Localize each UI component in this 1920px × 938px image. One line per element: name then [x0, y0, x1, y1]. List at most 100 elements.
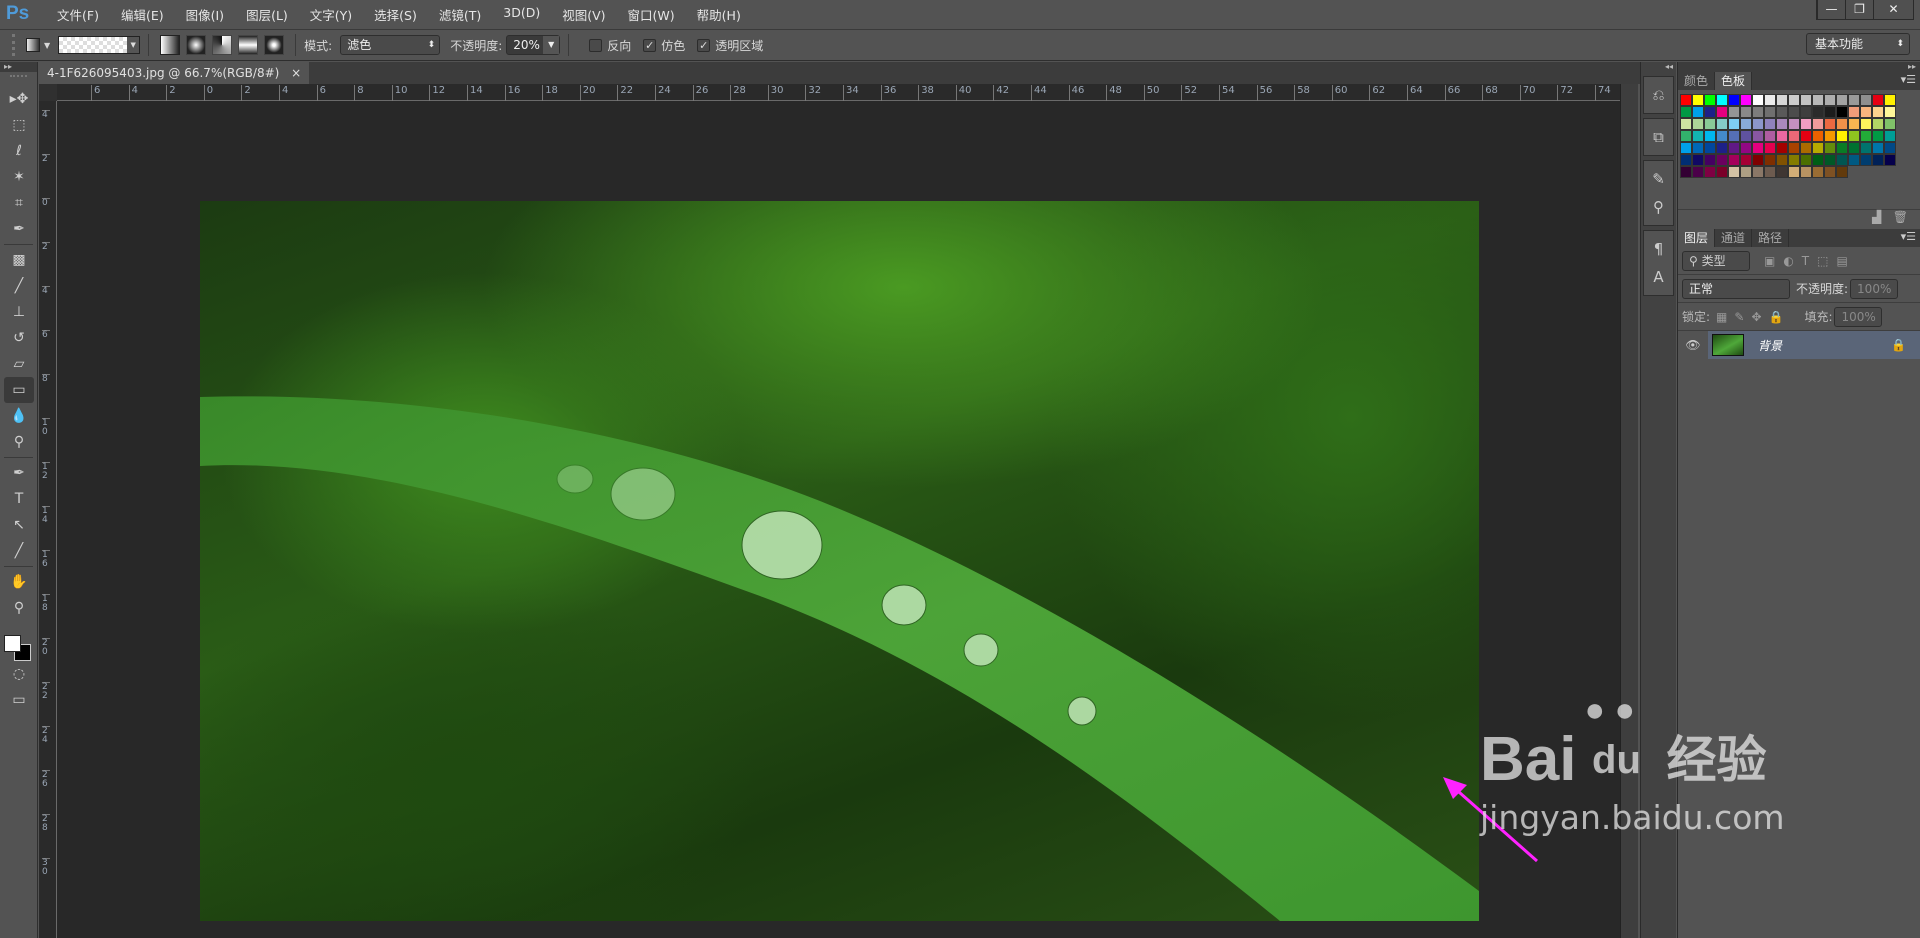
color-swatch[interactable] [1752, 94, 1764, 106]
gradient-picker[interactable]: ▼ [58, 36, 141, 54]
close-tab-icon[interactable]: × [291, 66, 301, 80]
canvas-area[interactable] [57, 101, 1620, 938]
menu-item[interactable]: 3D(D) [492, 5, 551, 24]
tab-channels[interactable]: 通道 [1715, 229, 1753, 247]
layer-filter-select[interactable]: ⚲ 类型 [1682, 250, 1750, 271]
hand-tool-icon[interactable]: ✋ [4, 569, 34, 595]
color-swatch[interactable] [1680, 130, 1692, 142]
color-swatch[interactable] [1680, 142, 1692, 154]
color-swatch[interactable] [1836, 130, 1848, 142]
close-button[interactable]: ✕ [1873, 0, 1913, 19]
collapse-icon[interactable]: ▸▸ [0, 62, 37, 72]
zoom-tool-icon[interactable]: ⚲ [4, 595, 34, 621]
color-swatch[interactable] [1824, 166, 1836, 178]
color-swatch[interactable] [1860, 142, 1872, 154]
color-swatch[interactable] [1872, 106, 1884, 118]
menu-item[interactable]: 视图(V) [551, 5, 616, 24]
menu-item[interactable]: 图层(L) [235, 5, 299, 24]
tool-preset-picker[interactable] [26, 38, 40, 52]
color-swatch[interactable] [1872, 142, 1884, 154]
move-tool-icon[interactable]: ▸✥ [4, 86, 34, 112]
color-swatch[interactable] [1740, 154, 1752, 166]
color-swatch[interactable] [1716, 166, 1728, 178]
color-swatch[interactable] [1740, 166, 1752, 178]
color-swatch[interactable] [1728, 130, 1740, 142]
color-swatch[interactable] [1752, 142, 1764, 154]
color-swatch[interactable] [1692, 106, 1704, 118]
blend-mode-select[interactable]: 正常 [1682, 278, 1790, 299]
color-swatch[interactable] [1716, 106, 1728, 118]
color-swatch[interactable] [1884, 106, 1896, 118]
color-swatch[interactable] [1848, 142, 1860, 154]
color-swatch[interactable] [1752, 154, 1764, 166]
color-swatch[interactable] [1716, 94, 1728, 106]
healing-brush-tool-icon[interactable]: ▩ [4, 247, 34, 273]
color-swatch[interactable] [1776, 130, 1788, 142]
color-swatch[interactable] [1800, 94, 1812, 106]
color-swatch[interactable] [1884, 142, 1896, 154]
diamond-gradient-button[interactable] [264, 35, 285, 55]
line-tool-icon[interactable]: ╱ [4, 538, 34, 564]
layer-opacity-input[interactable]: 100% [1850, 278, 1899, 299]
mode-select[interactable]: 滤色 ⬍ [340, 35, 441, 55]
color-swatch[interactable] [1812, 94, 1824, 106]
document-tab[interactable]: 4-1F626095403.jpg @ 66.7%(RGB/8#) × [39, 62, 310, 84]
color-swatch[interactable] [1764, 118, 1776, 130]
color-swatch[interactable] [1692, 154, 1704, 166]
color-swatch[interactable] [1788, 130, 1800, 142]
history-brush-tool-icon[interactable]: ↺ [4, 325, 34, 351]
new-swatch-icon[interactable]: ▟ [1872, 210, 1881, 224]
color-swatch[interactable] [1860, 94, 1872, 106]
color-swatch[interactable] [1728, 142, 1740, 154]
trash-icon[interactable]: 🗑 [1893, 210, 1908, 224]
reflected-gradient-button[interactable] [238, 35, 259, 55]
color-swatch[interactable] [1800, 154, 1812, 166]
color-swatch[interactable] [1836, 118, 1848, 130]
panel-menu-icon[interactable]: ▾☰ [1901, 73, 1916, 86]
transparency-checkbox[interactable]: ✓ [697, 38, 711, 52]
color-swatch[interactable] [1776, 94, 1788, 106]
color-swatch[interactable] [1860, 154, 1872, 166]
pen-tool-icon[interactable]: ✒ [4, 460, 34, 486]
color-swatch[interactable] [1704, 166, 1716, 178]
history-icon[interactable]: ⎌ [1644, 81, 1673, 109]
opacity-input[interactable]: 20% ▼ [506, 35, 561, 55]
color-swatch[interactable] [1752, 130, 1764, 142]
menu-item[interactable]: 编辑(E) [110, 5, 175, 24]
menu-item[interactable]: 选择(S) [363, 5, 428, 24]
color-swatch[interactable] [1812, 106, 1824, 118]
color-swatch[interactable] [1800, 118, 1812, 130]
collapse-icon[interactable]: ◂◂ [1641, 62, 1676, 72]
color-swatch[interactable] [1704, 154, 1716, 166]
color-swatch[interactable] [1776, 106, 1788, 118]
layer-row[interactable]: 👁 背景 🔒 [1678, 331, 1920, 359]
color-swatch[interactable] [1740, 130, 1752, 142]
color-swatch[interactable] [1692, 142, 1704, 154]
blur-tool-icon[interactable]: 💧 [4, 403, 34, 429]
color-swatch[interactable] [1692, 94, 1704, 106]
color-swatch[interactable] [1860, 118, 1872, 130]
color-swatch[interactable] [1884, 154, 1896, 166]
ruler-origin[interactable] [39, 84, 57, 101]
reverse-checkbox[interactable] [589, 38, 603, 52]
color-swatch[interactable] [1740, 106, 1752, 118]
color-swatch[interactable] [1680, 94, 1692, 106]
color-swatch[interactable] [1872, 130, 1884, 142]
color-swatch[interactable] [1764, 106, 1776, 118]
color-swatch[interactable] [1704, 118, 1716, 130]
linear-gradient-button[interactable] [160, 35, 181, 55]
color-swatch[interactable] [1776, 118, 1788, 130]
brush-settings-icon[interactable]: ⚲ [1644, 193, 1673, 221]
color-swatch[interactable] [1872, 154, 1884, 166]
minimize-button[interactable]: — [1817, 0, 1845, 19]
chevron-down-icon[interactable]: ▼ [44, 41, 50, 50]
color-swatch[interactable] [1728, 166, 1740, 178]
color-swatch[interactable] [1704, 94, 1716, 106]
dither-checkbox[interactable]: ✓ [643, 38, 657, 52]
menu-item[interactable]: 文字(Y) [299, 5, 363, 24]
filter-type-icons[interactable]: ▣◐T⬚▤ [1764, 254, 1856, 268]
color-swatch[interactable] [1716, 118, 1728, 130]
color-swatch[interactable] [1740, 94, 1752, 106]
color-swatch[interactable] [1824, 118, 1836, 130]
type-tool-icon[interactable]: T [4, 486, 34, 512]
